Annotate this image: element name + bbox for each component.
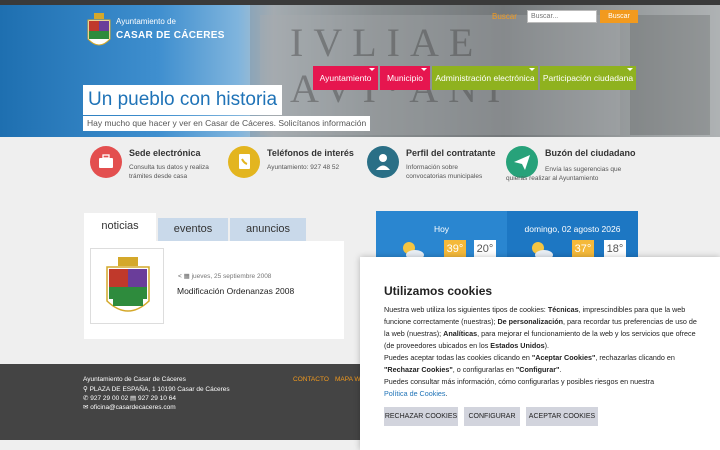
configure-cookies-button[interactable]: CONFIGURAR [464, 407, 520, 426]
service-title: Buzón del ciudadano [545, 148, 636, 158]
cookie-policy-link[interactable]: Política de Cookies [384, 389, 446, 398]
chevron-down-icon [421, 68, 427, 71]
chevron-down-icon [529, 68, 535, 71]
cookie-text: Nuestra web utiliza los siguientes tipos… [384, 304, 698, 400]
service-telefonos[interactable]: Teléfonos de interés Ayuntamiento: 927 4… [228, 143, 368, 193]
fax-icon: ▤ [130, 395, 138, 402]
cookie-text-part: . [559, 365, 562, 374]
nav-label: Municipio [387, 73, 423, 83]
service-title: Sede electrónica [129, 148, 201, 158]
weather-tomorrow-label: domingo, 02 agosto 2026 [524, 224, 621, 234]
cookie-text-part: ). [544, 341, 550, 350]
news-panel: < ▦ jueves, 25 septiembre 2008 Modificac… [84, 241, 344, 339]
coat-of-arms-icon [106, 257, 150, 312]
cookie-text-bold: "Rechazar Cookies" [384, 365, 453, 374]
tab-eventos[interactable]: eventos [158, 218, 228, 241]
nav-administracion-electronica[interactable]: Administración electrónica [432, 66, 538, 90]
weather-today-label: Hoy [433, 224, 450, 234]
news-date: < ▦ jueves, 25 septiembre 2008 [178, 272, 271, 280]
service-sede-electronica[interactable]: Sede electrónica Consulta tus datos y re… [90, 143, 230, 193]
brand-subtitle: Ayuntamiento de [116, 17, 176, 26]
cookie-text-part: Puedes aceptar todas las cookies clicand… [384, 353, 532, 362]
service-title: Perfil del contratante [406, 148, 496, 158]
footer-phone-text: 927 29 00 02 [90, 395, 129, 402]
cookie-banner: Utilizamos cookies Nuestra web utiliza l… [360, 257, 720, 450]
cookie-text-part: , rechazarlas clicando en [595, 353, 675, 362]
nav-label: Administración electrónica [435, 73, 535, 83]
search-label: Buscar [492, 12, 517, 21]
nav-ayuntamiento[interactable]: Ayuntamiento [313, 66, 378, 90]
nav-participacion-ciudadana[interactable]: Participación ciudadana [540, 66, 636, 90]
footer-address-text: PLAZA DE ESPAÑA, 1 10190 Casar de Cácere… [89, 386, 230, 393]
tab-anuncios[interactable]: anuncios [230, 218, 306, 241]
accept-cookies-button[interactable]: ACEPTAR COOKIES [526, 407, 598, 426]
brand-title[interactable]: CASAR DE CÁCERES [116, 30, 225, 41]
nav-label: Participación ciudadana [542, 73, 634, 83]
cookie-text-bold: "Aceptar Cookies" [531, 353, 596, 362]
nav-label: Ayuntamiento [319, 73, 372, 83]
coat-of-arms-logo[interactable] [86, 13, 112, 51]
cookie-text-bold: "Configurar" [515, 365, 560, 374]
service-title: Teléfonos de interés [267, 148, 354, 158]
cookie-text-bold: Técnicas [547, 305, 579, 314]
calendar-icon: ▦ [183, 273, 192, 280]
chevron-down-icon [627, 68, 633, 71]
cookie-text-bold: De personalización [497, 317, 563, 326]
search-button[interactable]: Buscar [600, 10, 638, 23]
news-title-link[interactable]: Modificación Ordenanzas 2008 [177, 286, 294, 296]
phone-book-icon [228, 146, 260, 178]
user-icon [367, 146, 399, 178]
hero-slogan: Un pueblo con historia [83, 85, 283, 115]
reject-cookies-button[interactable]: RECHAZAR COOKIES [384, 407, 458, 426]
footer-fax-text: 927 29 10 64 [137, 395, 176, 402]
footer-email[interactable]: ✉ oficina@casardecaceres.com [83, 403, 176, 411]
footer-email-text: oficina@casardecaceres.com [90, 404, 176, 411]
cookie-text-part: Nuestra web utiliza los siguientes tipos… [384, 305, 548, 314]
service-buzon-ciudadano[interactable]: Buzón del ciudadano Envía las sugerencia… [506, 143, 646, 193]
footer-address: ⚲ PLAZA DE ESPAÑA, 1 10190 Casar de Cáce… [83, 385, 230, 393]
service-desc: Información sobre convocatorias municipa… [406, 164, 483, 180]
tab-noticias[interactable]: noticias [84, 213, 156, 241]
location-pin-icon: ⚲ [83, 386, 90, 393]
weather-widget: Hoy domingo, 02 agosto 2026 39° 20° 37° … [376, 211, 638, 263]
hero-banner: IVLIAEAVI·ANI Ayuntamiento de CASAR DE C… [0, 0, 720, 137]
service-desc: Envía las sugerencias que quieras realiz… [506, 166, 622, 182]
hero-sub-slogan: Hay mucho que hacer y ver en Casar de Cá… [83, 116, 371, 131]
cookie-text-part: , o configurarlas en [452, 365, 516, 374]
chevron-down-icon [369, 68, 375, 71]
cookie-text-part: Puedes consultar más información, cómo c… [384, 377, 655, 386]
service-perfil-contratante[interactable]: Perfil del contratante Información sobre… [367, 143, 507, 193]
news-date-text: jueves, 25 septiembre 2008 [191, 273, 272, 280]
cookie-title: Utilizamos cookies [384, 284, 493, 298]
footer-link-contacto[interactable]: CONTACTO [293, 376, 329, 383]
search-input[interactable] [527, 10, 597, 23]
nav-municipio[interactable]: Municipio [380, 66, 430, 90]
service-desc: Consulta tus datos y realiza trámites de… [129, 164, 209, 180]
news-thumbnail[interactable] [90, 248, 164, 324]
cookie-text-part: . [445, 389, 448, 398]
footer-phones: ✆ 927 29 00 02 ▤ 927 29 10 64 [83, 394, 176, 402]
briefcase-icon [90, 146, 122, 178]
service-desc: Ayuntamiento: 927 48 52 [267, 164, 340, 171]
footer-name: Ayuntamiento de Casar de Cáceres [83, 376, 186, 383]
cookie-text-bold: Analíticas [443, 329, 478, 338]
cookie-text-bold: Estados Unidos [490, 341, 545, 350]
